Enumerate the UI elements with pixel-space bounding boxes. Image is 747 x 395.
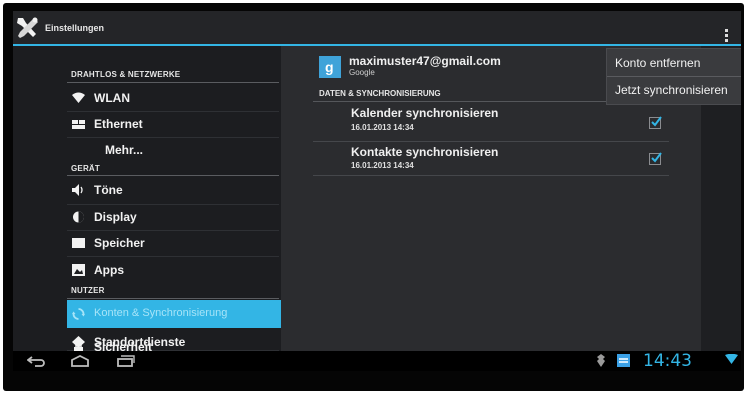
sync-item-title: Kalender synchronisieren xyxy=(351,106,499,120)
device-frame: Einstellungen DRAHTLOS & NETZWERKE WLAN … xyxy=(3,3,744,391)
sidebar-item-storage[interactable]: Speicher xyxy=(67,231,281,256)
status-clock[interactable]: 14:43 xyxy=(643,351,692,371)
sidebar-item-label: Apps xyxy=(94,263,124,277)
divider xyxy=(313,141,669,142)
sidebar-item-label: Konten & Synchronisierung xyxy=(94,307,228,319)
sidebar-item-label: Ethernet xyxy=(94,117,143,131)
section-header-device: GERÄT xyxy=(71,164,100,173)
sidebar-item-sounds[interactable]: Töne xyxy=(67,178,281,203)
screen: Einstellungen DRAHTLOS & NETZWERKE WLAN … xyxy=(13,11,741,371)
sidebar-item-apps[interactable]: Apps xyxy=(67,258,281,283)
sync-checkbox-calendar[interactable] xyxy=(649,116,662,129)
back-icon[interactable] xyxy=(27,355,45,367)
page-title: Einstellungen xyxy=(45,23,105,33)
sync-item-date: 16.01.2013 14:34 xyxy=(351,161,414,170)
section-header-user: NUTZER xyxy=(71,286,105,295)
tools-icon[interactable] xyxy=(14,16,40,40)
sidebar-item-label: Display xyxy=(94,210,137,224)
account-type: Google xyxy=(349,68,375,77)
apps-icon xyxy=(72,264,85,276)
sync-item-title: Kontakte synchronisieren xyxy=(351,145,499,159)
menu-item-remove-account[interactable]: Konto entfernen xyxy=(615,56,700,70)
sidebar-item-display[interactable]: Display xyxy=(67,205,281,230)
menu-item-sync-now[interactable]: Jetzt synchronisieren xyxy=(615,83,728,97)
recent-apps-icon[interactable] xyxy=(117,355,135,367)
wifi-signal-icon[interactable] xyxy=(725,354,738,364)
storage-icon xyxy=(72,238,85,248)
display-icon xyxy=(73,211,84,223)
system-nav-bar: 14:43 xyxy=(13,351,741,371)
sidebar-item-more[interactable]: Mehr... xyxy=(67,138,281,163)
google-icon: g xyxy=(319,56,341,78)
account-email: maximuster47@gmail.com xyxy=(349,54,501,68)
section-divider xyxy=(67,82,279,83)
speaker-icon xyxy=(72,184,83,196)
overflow-menu: Konto entfernen Jetzt synchronisieren xyxy=(607,49,741,104)
divider xyxy=(67,256,279,257)
home-icon[interactable] xyxy=(70,355,90,367)
action-bar: Einstellungen xyxy=(13,11,741,44)
sidebar-item-wlan[interactable]: WLAN xyxy=(67,86,281,111)
sidebar-item-label: WLAN xyxy=(94,91,130,105)
section-header-sync: DATEN & SYNCHRONISIERUNG xyxy=(319,89,441,98)
sidebar-item-label: Mehr... xyxy=(105,143,144,157)
svg-text:g: g xyxy=(325,59,334,75)
notification-icon[interactable] xyxy=(617,354,630,367)
sidebar-item-label: Töne xyxy=(94,183,123,197)
section-divider xyxy=(67,175,279,176)
sync-checkbox-contacts[interactable] xyxy=(649,152,662,165)
sidebar-item-accounts-sync[interactable]: Konten & Synchronisierung xyxy=(67,300,281,328)
sync-item-date: 16.01.2013 14:34 xyxy=(351,123,414,132)
sync-icon xyxy=(72,308,85,320)
divider xyxy=(313,175,669,176)
sidebar-item-ethernet[interactable]: Ethernet xyxy=(67,112,281,137)
ethernet-icon xyxy=(72,120,85,129)
menu-divider xyxy=(607,76,741,77)
sidebar-item-label: Speicher xyxy=(94,236,145,250)
section-header-networks: DRAHTLOS & NETZWERKE xyxy=(71,70,181,79)
wifi-icon xyxy=(72,92,85,103)
overflow-menu-icon[interactable] xyxy=(725,29,729,43)
settings-list: DRAHTLOS & NETZWERKE WLAN Ethernet Mehr.… xyxy=(13,46,281,351)
usb-debug-icon[interactable] xyxy=(595,354,607,367)
section-divider xyxy=(67,298,279,299)
